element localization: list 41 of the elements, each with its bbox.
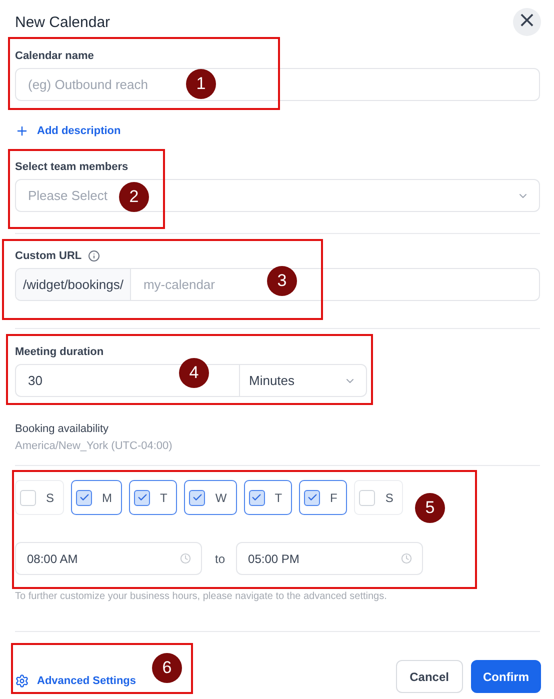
start-time-field[interactable]: 08:00 AM: [15, 542, 202, 575]
separator-text: to: [215, 552, 226, 566]
check-icon: [306, 492, 318, 503]
check-icon: [251, 492, 262, 503]
advanced-settings-link[interactable]: Advanced Settings: [15, 674, 136, 688]
step-number: 1: [186, 69, 216, 99]
end-time-field[interactable]: 05:00 PM: [236, 542, 424, 575]
unit-select[interactable]: Minutes: [239, 365, 366, 396]
step-number: 2: [119, 182, 149, 212]
day-checkbox[interactable]: T: [129, 480, 178, 515]
step-number: 5: [415, 493, 445, 523]
step-number: 4: [179, 358, 209, 388]
check-icon: [192, 492, 203, 503]
plus-icon: [15, 124, 29, 138]
field-label: Custom URL: [15, 250, 82, 262]
day-checkbox[interactable]: T: [244, 480, 292, 515]
hint-text: To further customize your business hours, please navigate to the advanced settings.: [15, 591, 388, 602]
close-button[interactable]: ×: [513, 8, 541, 36]
section-label: Booking availability: [15, 423, 110, 435]
field-label: Select team members: [15, 161, 130, 173]
clock-icon: [401, 553, 412, 564]
check-icon: [78, 492, 90, 503]
field-label: Meeting duration: [15, 346, 105, 358]
day-checkbox[interactable]: W: [184, 480, 237, 515]
add-description-link[interactable]: Add description: [15, 124, 121, 138]
day-checkbox[interactable]: S: [15, 480, 64, 515]
cancel-button[interactable]: Cancel: [396, 660, 463, 693]
day-checkbox[interactable]: S: [354, 480, 404, 515]
info-icon[interactable]: [88, 250, 100, 262]
field-label: Calendar name: [15, 50, 95, 62]
dialog-title: New Calendar: [15, 14, 110, 30]
step-number: 3: [267, 266, 297, 296]
settings-icon: [15, 674, 29, 688]
url-prefix: /widget/bookings/: [16, 269, 132, 300]
day-checkbox[interactable]: F: [299, 480, 348, 515]
step-number: 6: [152, 653, 182, 683]
day-checkbox[interactable]: M: [71, 480, 122, 515]
confirm-button[interactable]: Confirm: [471, 660, 541, 693]
check-icon: [136, 492, 148, 503]
clock-icon: [180, 553, 191, 564]
timezone-text: America/New_York (UTC-04:00): [15, 440, 174, 452]
